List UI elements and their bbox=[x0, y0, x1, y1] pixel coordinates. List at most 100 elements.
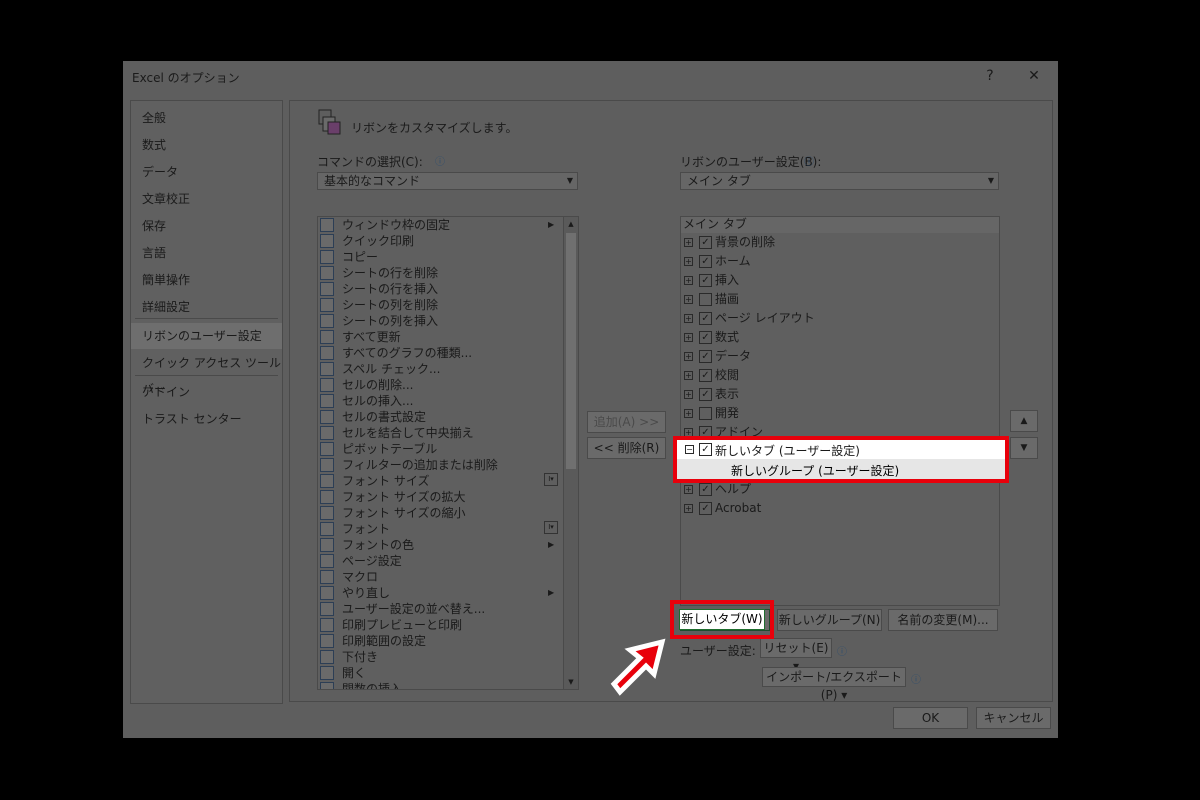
command-icon bbox=[320, 234, 334, 248]
ribbon-tabs-combo[interactable]: メイン タブ ▼ bbox=[680, 172, 999, 190]
command-list-item[interactable]: コピー bbox=[318, 249, 564, 265]
nav-item[interactable]: トラスト センター bbox=[131, 406, 282, 432]
nav-item[interactable]: 詳細設定 bbox=[131, 294, 282, 320]
command-list-item[interactable]: シートの行を削除 bbox=[318, 265, 564, 281]
command-list-item[interactable]: 開く bbox=[318, 665, 564, 681]
command-list-item[interactable]: フォント サイズの縮小 bbox=[318, 505, 564, 521]
command-label: ウィンドウ枠の固定 bbox=[342, 218, 451, 232]
expand-icon[interactable]: + bbox=[684, 485, 693, 494]
import-export-dropdown[interactable]: インポート/エクスポート(P) ▾ bbox=[762, 667, 906, 702]
scroll-down-icon[interactable]: ▼ bbox=[564, 675, 578, 689]
command-list-item[interactable]: すべてのグラフの種類... bbox=[318, 345, 564, 361]
checkbox-icon[interactable]: ✓ bbox=[699, 350, 712, 363]
expand-icon[interactable]: + bbox=[684, 295, 693, 304]
reset-dropdown[interactable]: リセット(E) ▾ bbox=[760, 638, 832, 673]
command-list-item[interactable]: セルの挿入... bbox=[318, 393, 564, 409]
command-list[interactable]: 関数の挿入 開く 下付き 印刷範囲の設定 印刷プレビューと印刷 ユーザー設定の並べ替え..… bbox=[317, 216, 579, 690]
command-list-item[interactable]: セルを結合して中央揃え bbox=[318, 425, 564, 441]
command-list-item[interactable]: ウィンドウ枠の固定 ▶ bbox=[318, 217, 564, 233]
ribbon-tree[interactable]: メイン タブ + ✓ 背景の削除 + ✓ ホーム + ✓ 挿入 + 描画 + ✓ ページ レイアウト + ✓ 数… bbox=[680, 216, 1000, 606]
command-list-item[interactable]: やり直し ▶ bbox=[318, 585, 564, 601]
tree-item[interactable]: + ✓ ホーム bbox=[681, 252, 999, 271]
checkbox-icon[interactable]: ✓ bbox=[699, 255, 712, 268]
tree-item[interactable]: + ✓ 校閲 bbox=[681, 366, 999, 385]
command-list-scrollbar[interactable]: ▲ ▼ bbox=[563, 217, 578, 689]
command-list-item[interactable]: シートの列を削除 bbox=[318, 297, 564, 313]
cancel-button[interactable]: キャンセル bbox=[976, 707, 1051, 729]
expand-icon[interactable]: + bbox=[684, 352, 693, 361]
add-button[interactable]: 追加(A) >> bbox=[587, 411, 666, 433]
tree-item[interactable]: + ✓ 表示 bbox=[681, 385, 999, 404]
command-list-item[interactable]: フォント I▾ bbox=[318, 521, 564, 537]
scroll-up-icon[interactable]: ▲ bbox=[564, 217, 578, 231]
checkbox-icon[interactable]: ✓ bbox=[699, 502, 712, 515]
command-list-item[interactable]: すべて更新 bbox=[318, 329, 564, 345]
command-list-item[interactable]: ページ設定 bbox=[318, 553, 564, 569]
nav-item[interactable]: 数式 bbox=[131, 132, 282, 158]
checkbox-icon[interactable]: ✓ bbox=[699, 274, 712, 287]
command-list-item[interactable]: ピボットテーブル bbox=[318, 441, 564, 457]
checkbox-icon[interactable]: ✓ bbox=[699, 331, 712, 344]
move-down-icon[interactable]: ▼ bbox=[1010, 437, 1038, 459]
expand-icon[interactable]: + bbox=[684, 371, 693, 380]
tree-item[interactable]: + ✓ データ bbox=[681, 347, 999, 366]
nav-item[interactable]: 言語 bbox=[131, 240, 282, 266]
tree-item[interactable]: + 描画 bbox=[681, 290, 999, 309]
expand-icon[interactable]: + bbox=[684, 504, 693, 513]
move-up-icon[interactable]: ▲ bbox=[1010, 410, 1038, 432]
command-list-item[interactable]: シートの行を挿入 bbox=[318, 281, 564, 297]
tree-item[interactable]: + ✓ ページ レイアウト bbox=[681, 309, 999, 328]
checkbox-icon[interactable]: ✓ bbox=[699, 388, 712, 401]
expand-icon[interactable]: + bbox=[684, 333, 693, 342]
ok-button[interactable]: OK bbox=[893, 707, 968, 729]
command-list-item[interactable]: セルの書式設定 bbox=[318, 409, 564, 425]
command-list-item[interactable]: 下付き bbox=[318, 649, 564, 665]
command-list-item[interactable]: スペル チェック... bbox=[318, 361, 564, 377]
nav-item[interactable]: 文章校正 bbox=[131, 186, 282, 212]
expand-icon[interactable]: + bbox=[684, 276, 693, 285]
command-list-item[interactable]: フォント サイズの拡大 bbox=[318, 489, 564, 505]
command-list-item[interactable]: フォント サイズ I▾ bbox=[318, 473, 564, 489]
command-list-item[interactable]: 関数の挿入 bbox=[318, 681, 564, 689]
command-list-item[interactable]: 印刷範囲の設定 bbox=[318, 633, 564, 649]
new-group-button[interactable]: 新しいグループ(N) bbox=[777, 609, 882, 631]
checkbox-icon[interactable]: ✓ bbox=[699, 483, 712, 496]
checkbox-icon[interactable] bbox=[699, 407, 712, 420]
nav-item[interactable]: 保存 bbox=[131, 213, 282, 239]
command-list-item[interactable]: クイック印刷 bbox=[318, 233, 564, 249]
checkbox-icon[interactable] bbox=[699, 293, 712, 306]
command-list-item[interactable]: フィルターの追加または削除 bbox=[318, 457, 564, 473]
command-source-combo[interactable]: 基本的なコマンド ▼ bbox=[317, 172, 578, 190]
nav-item[interactable]: 簡単操作 bbox=[131, 267, 282, 293]
nav-item[interactable]: データ bbox=[131, 159, 282, 185]
command-list-item[interactable]: フォントの色 ▶ bbox=[318, 537, 564, 553]
command-list-item[interactable]: ユーザー設定の並べ替え... bbox=[318, 601, 564, 617]
expand-icon[interactable]: + bbox=[684, 409, 693, 418]
rename-button[interactable]: 名前の変更(M)... bbox=[888, 609, 998, 631]
expand-icon[interactable]: + bbox=[684, 238, 693, 247]
command-list-item[interactable]: シートの列を挿入 bbox=[318, 313, 564, 329]
help-button[interactable]: ? bbox=[978, 65, 1002, 87]
command-list-item[interactable]: 印刷プレビューと印刷 bbox=[318, 617, 564, 633]
checkbox-icon[interactable]: ✓ bbox=[699, 236, 712, 249]
tree-item[interactable]: + ✓ Acrobat bbox=[681, 499, 999, 518]
tree-item[interactable]: + 開発 bbox=[681, 404, 999, 423]
remove-button[interactable]: << 削除(R) bbox=[587, 437, 666, 459]
checkbox-icon[interactable]: ✓ bbox=[699, 369, 712, 382]
expand-icon[interactable]: + bbox=[684, 314, 693, 323]
nav-item[interactable]: リボンのユーザー設定 bbox=[131, 323, 282, 349]
nav-item[interactable]: クイック アクセス ツール バー bbox=[131, 350, 282, 396]
expand-icon[interactable]: + bbox=[684, 257, 693, 266]
tree-item[interactable]: + ✓ 数式 bbox=[681, 328, 999, 347]
nav-item[interactable]: 全般 bbox=[131, 105, 282, 131]
nav-item[interactable]: アドイン bbox=[131, 379, 282, 405]
scroll-thumb[interactable] bbox=[566, 233, 576, 469]
checkbox-icon[interactable]: ✓ bbox=[699, 312, 712, 325]
command-list-item[interactable]: マクロ bbox=[318, 569, 564, 585]
new-tab-button-highlighted[interactable]: 新しいタブ(W) bbox=[679, 609, 765, 630]
tree-item[interactable]: + ✓ 背景の削除 bbox=[681, 233, 999, 252]
close-icon[interactable]: ✕ bbox=[1022, 65, 1046, 87]
expand-icon[interactable]: + bbox=[684, 390, 693, 399]
tree-item[interactable]: + ✓ 挿入 bbox=[681, 271, 999, 290]
command-list-item[interactable]: セルの削除... bbox=[318, 377, 564, 393]
